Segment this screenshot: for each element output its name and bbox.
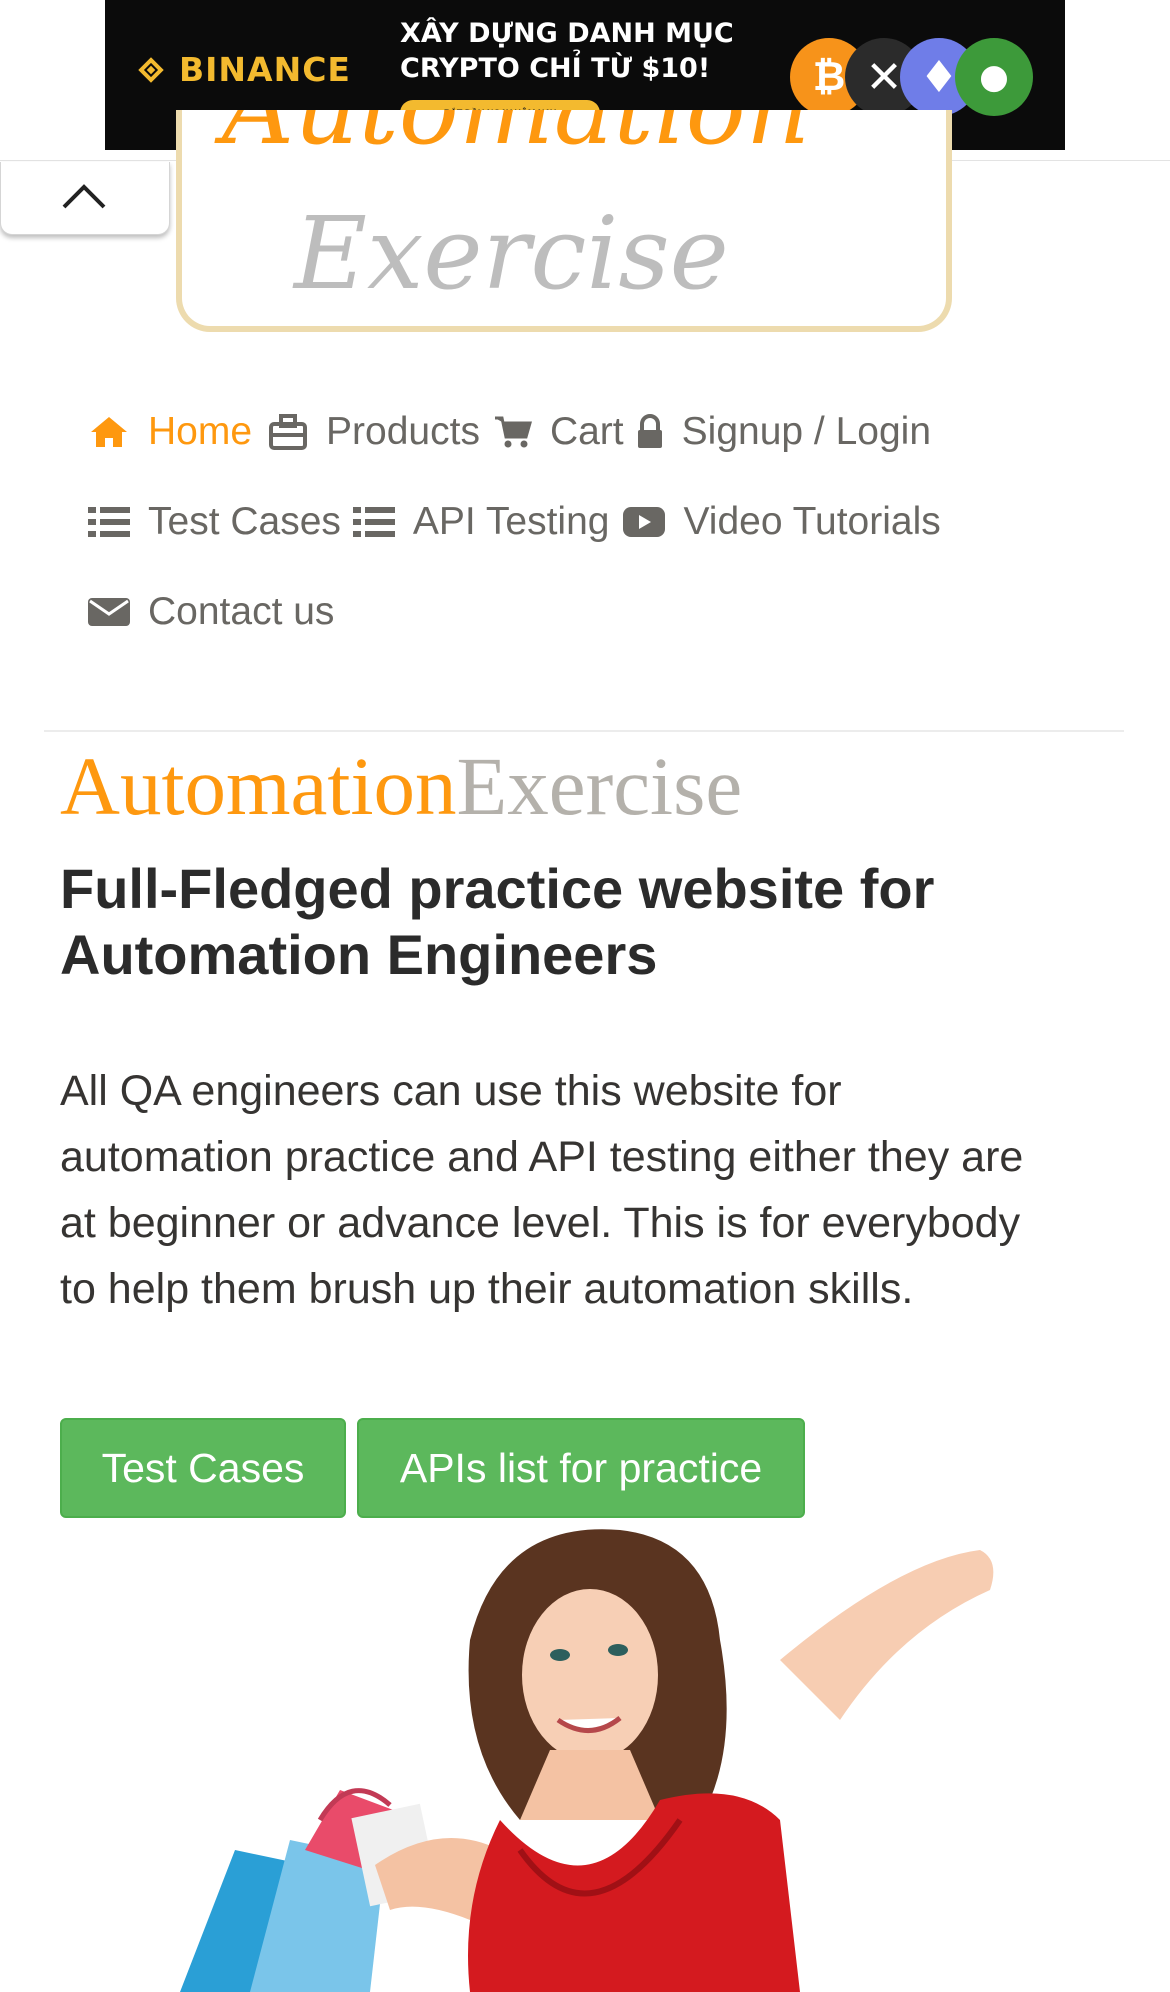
envelope-icon	[88, 596, 130, 628]
scroll-up-button[interactable]	[0, 162, 170, 235]
pepe-icon: ●	[955, 38, 1033, 116]
nav-row-3: Contact us	[88, 582, 334, 642]
ad-headline: XÂY DỰNG DANH MỤC CRYPTO CHỈ TỪ $10!	[400, 16, 760, 86]
hero-image	[140, 1520, 1040, 1992]
nav-contact-us-label: Contact us	[148, 590, 335, 633]
products-icon	[268, 412, 308, 452]
nav-api-testing-label: API Testing	[412, 500, 610, 543]
header-divider	[44, 730, 1124, 732]
lock-icon	[636, 414, 664, 450]
cart-icon	[494, 415, 532, 449]
hero-woman-illustration	[180, 1529, 994, 1992]
hero-description: All QA engineers can use this website fo…	[60, 1067, 1024, 1313]
nav-home-label: Home	[148, 410, 253, 453]
chevron-up-icon	[62, 184, 106, 209]
logo-line1: Automation	[222, 110, 810, 167]
nav-item-cart[interactable]: Cart	[494, 410, 624, 454]
nav-row-1: Home Products Cart Signup / Login	[88, 402, 931, 462]
ad-headline-line2: CRYPTO CHỈ TỪ $10!	[400, 53, 711, 84]
nav-signup-login-label: Signup / Login	[681, 410, 932, 453]
nav-row-2: Test Cases API Testing Video Tutorials	[88, 492, 941, 552]
hero-brand-part1: Automation	[60, 740, 457, 832]
hero-title: Full-Fledged practice website for Automa…	[60, 857, 935, 986]
nav-item-home[interactable]: Home	[88, 410, 252, 454]
binance-logo-icon	[135, 54, 167, 86]
nav-item-products[interactable]: Products	[268, 410, 480, 454]
logo-line2: Exercise	[294, 195, 729, 312]
logo-line2-text: Exercise	[294, 195, 729, 312]
list-icon	[88, 505, 130, 539]
nav-cart-label: Cart	[549, 410, 624, 453]
nav-products-label: Products	[326, 410, 480, 453]
youtube-play-icon	[623, 506, 666, 538]
hero-brand: AutomationExercise	[60, 738, 742, 834]
ad-headline-line1: XÂY DỰNG DANH MỤC	[400, 18, 734, 49]
nav-item-contact-us[interactable]: Contact us	[88, 590, 334, 634]
ad-brand: BINANCE	[179, 50, 351, 89]
home-icon	[88, 414, 130, 450]
nav-item-api-testing[interactable]: API Testing	[352, 500, 610, 544]
apis-list-button[interactable]: APIs list for practice	[357, 1418, 805, 1518]
nav-item-video-tutorials[interactable]: Video Tutorials	[623, 500, 941, 544]
site-logo[interactable]: Automation Exercise	[176, 110, 952, 332]
list-icon	[352, 505, 395, 539]
ad-logo: BINANCE	[135, 50, 351, 89]
hero-brand-part2: Exercise	[456, 740, 743, 832]
nav-video-tutorials-label: Video Tutorials	[683, 500, 941, 543]
nav-item-signup-login[interactable]: Signup / Login	[636, 410, 931, 454]
nav-item-test-cases[interactable]: Test Cases	[88, 500, 341, 544]
test-cases-button[interactable]: Test Cases	[60, 1418, 346, 1518]
nav-test-cases-label: Test Cases	[148, 500, 341, 543]
logo-line1-text: Automation	[222, 110, 810, 167]
